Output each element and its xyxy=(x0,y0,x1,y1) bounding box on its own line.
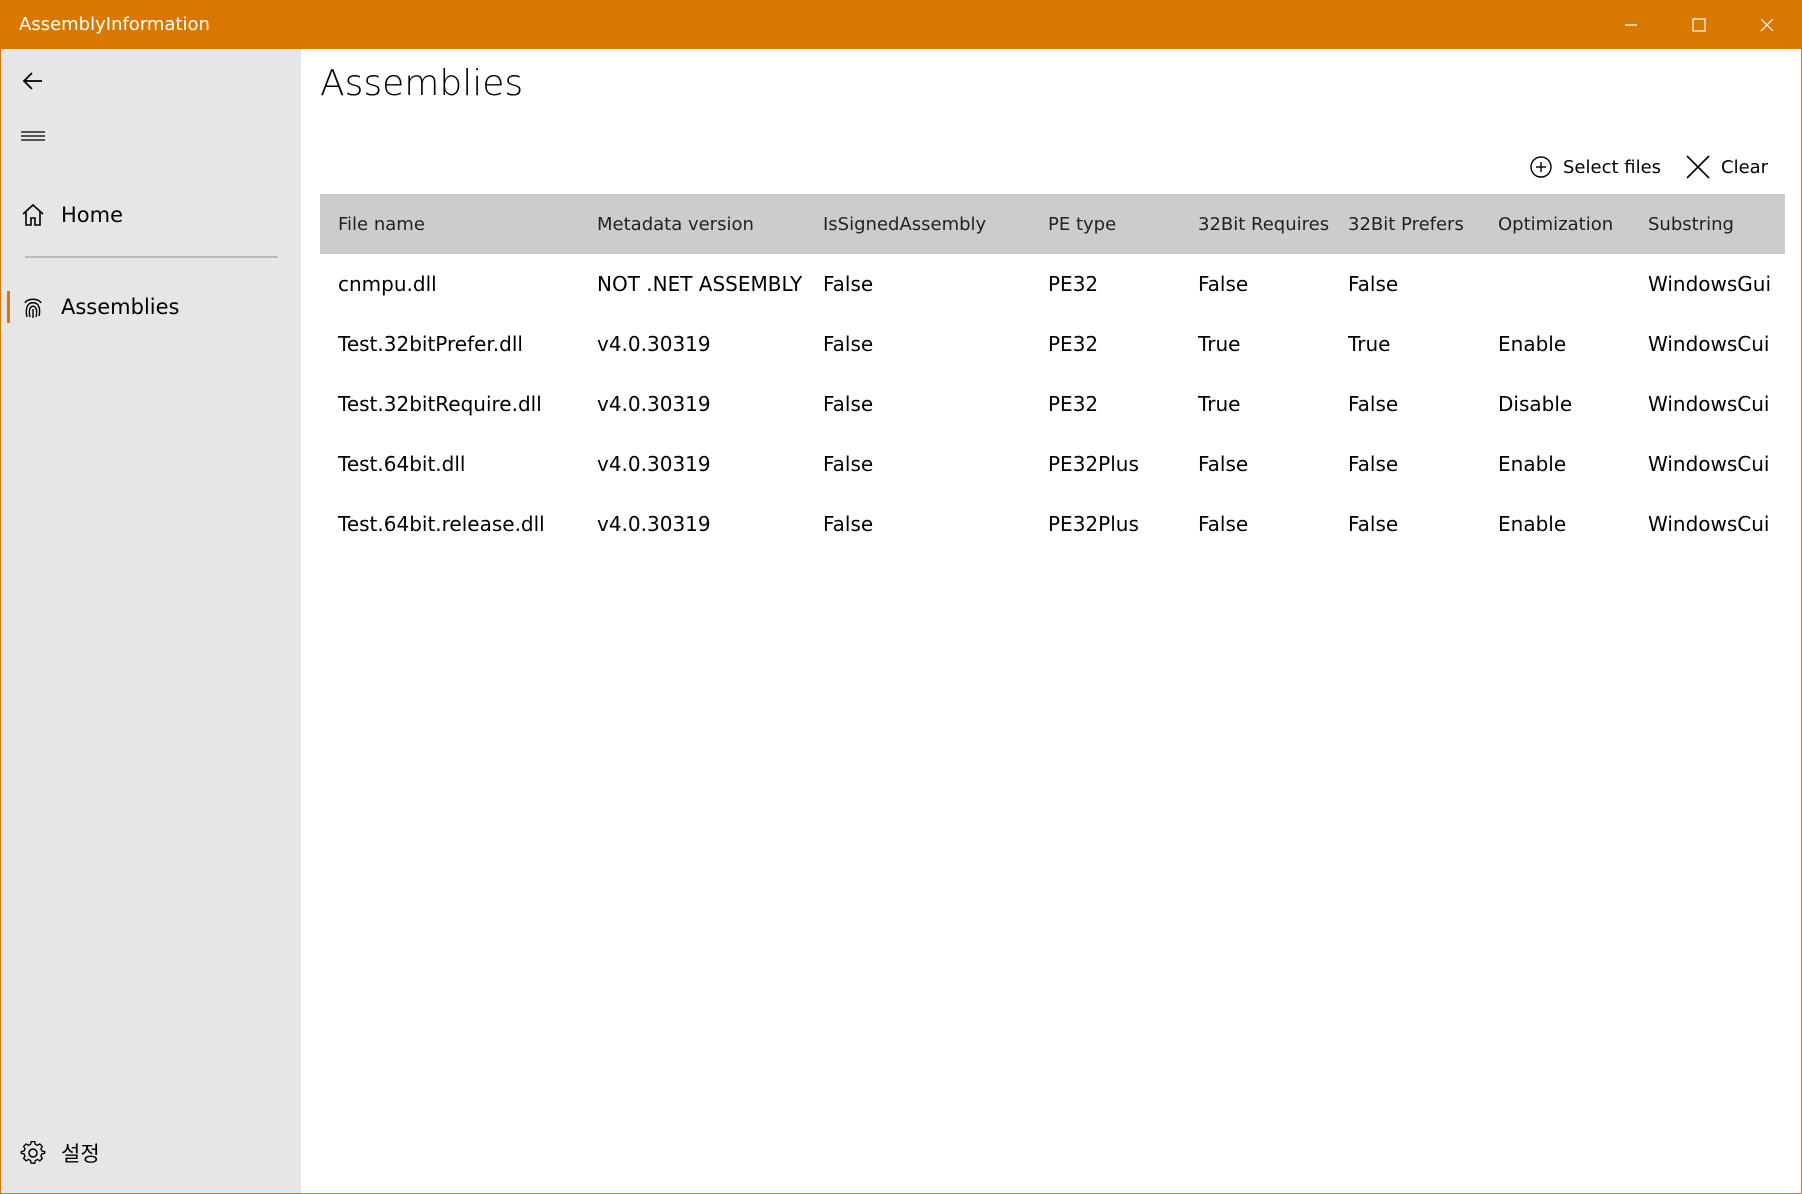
table-cell: Enable xyxy=(1498,512,1567,536)
column-header[interactable]: PE type xyxy=(1030,214,1180,235)
fingerprint-icon xyxy=(19,293,47,321)
table-cell: False xyxy=(1198,452,1249,476)
clear-label: Clear xyxy=(1721,156,1769,178)
table-cell: Enable xyxy=(1498,452,1567,476)
close-icon xyxy=(1760,18,1774,32)
column-header[interactable]: 32Bit Requires xyxy=(1180,214,1330,235)
add-circle-icon xyxy=(1530,156,1552,178)
title-bar: AssemblyInformation xyxy=(1,1,1801,49)
maximize-button[interactable] xyxy=(1665,1,1733,49)
table-cell: Test.32bitPrefer.dll xyxy=(338,332,523,356)
table-cell: PE32Plus xyxy=(1048,452,1139,476)
table-row[interactable]: Test.32bitRequire.dll v4.0.30319 False P… xyxy=(320,374,1785,434)
table-cell: v4.0.30319 xyxy=(597,392,711,416)
table-cell: WindowsCui xyxy=(1648,332,1770,356)
table-cell: False xyxy=(1348,272,1399,296)
table-cell: WindowsCui xyxy=(1648,392,1770,416)
table-cell: False xyxy=(823,392,874,416)
table-cell: cnmpu.dll xyxy=(338,272,437,296)
table-cell: False xyxy=(823,272,874,296)
minimize-icon xyxy=(1625,24,1637,26)
table-cell: NOT .NET ASSEMBLY xyxy=(597,272,803,296)
table-cell: False xyxy=(1348,392,1399,416)
main-content: Assemblies Select files Clear File name … xyxy=(301,49,1801,1193)
table-cell: Enable xyxy=(1498,332,1567,356)
table-cell: Test.64bit.dll xyxy=(338,452,466,476)
table-header: File name Metadata version IsSignedAssem… xyxy=(320,194,1785,254)
hamburger-icon xyxy=(19,123,47,151)
table-cell: Test.64bit.release.dll xyxy=(338,512,545,536)
menu-toggle-button[interactable] xyxy=(1,111,301,163)
table-cell: PE32 xyxy=(1048,392,1099,416)
table-cell: PE32Plus xyxy=(1048,512,1139,536)
page-title: Assemblies xyxy=(320,63,524,104)
table-cell: False xyxy=(1198,272,1249,296)
table-cell: WindowsGui xyxy=(1648,272,1772,296)
select-files-button[interactable]: Select files xyxy=(1529,149,1661,185)
table-cell: True xyxy=(1348,332,1391,356)
table-cell: PE32 xyxy=(1048,272,1099,296)
back-button[interactable] xyxy=(1,55,301,107)
settings-label: 설정 xyxy=(61,1142,100,1166)
close-window-button[interactable] xyxy=(1733,1,1801,49)
table-row[interactable]: Test.32bitPrefer.dll v4.0.30319 False PE… xyxy=(320,314,1785,374)
table-cell: Disable xyxy=(1498,392,1573,416)
window-title: AssemblyInformation xyxy=(19,14,210,35)
table-cell: PE32 xyxy=(1048,332,1099,356)
selection-indicator xyxy=(7,291,10,323)
maximize-icon xyxy=(1692,18,1706,32)
clear-button[interactable]: Clear xyxy=(1685,149,1768,185)
minimize-button[interactable] xyxy=(1597,1,1665,49)
column-header[interactable]: File name xyxy=(320,214,579,235)
back-arrow-icon xyxy=(19,67,47,95)
sidebar-divider xyxy=(25,256,278,258)
column-header[interactable]: Substring xyxy=(1630,214,1785,235)
table-cell: False xyxy=(823,452,874,476)
table-row[interactable]: Test.64bit.dll v4.0.30319 False PE32Plus… xyxy=(320,434,1785,494)
settings-button[interactable]: 설정 xyxy=(1,1127,301,1179)
assemblies-table: File name Metadata version IsSignedAssem… xyxy=(320,194,1785,554)
table-cell: v4.0.30319 xyxy=(597,452,711,476)
navigation-pane: Home Assemblies 설정 xyxy=(1,49,301,1193)
table-cell: False xyxy=(823,512,874,536)
column-header[interactable]: Metadata version xyxy=(579,214,805,235)
app-window: AssemblyInformation Home Assemblies 설정 A… xyxy=(0,0,1802,1194)
table-cell: False xyxy=(1348,452,1399,476)
column-header[interactable]: IsSignedAssembly xyxy=(805,214,1030,235)
table-cell: v4.0.30319 xyxy=(597,332,711,356)
table-cell: False xyxy=(1348,512,1399,536)
table-cell: WindowsCui xyxy=(1648,452,1770,476)
sidebar-item-assemblies[interactable]: Assemblies xyxy=(1,281,301,333)
table-row[interactable]: Test.64bit.release.dll v4.0.30319 False … xyxy=(320,494,1785,554)
column-header[interactable]: 32Bit Prefers xyxy=(1330,214,1480,235)
table-cell: True xyxy=(1198,332,1241,356)
table-cell: v4.0.30319 xyxy=(597,512,711,536)
sidebar-item-label: Home xyxy=(61,203,124,227)
select-files-label: Select files xyxy=(1563,156,1662,178)
sidebar-item-home[interactable]: Home xyxy=(1,189,301,241)
table-cell: False xyxy=(1198,512,1249,536)
gear-icon xyxy=(19,1139,47,1167)
table-row[interactable]: cnmpu.dll NOT .NET ASSEMBLY False PE32 F… xyxy=(320,254,1785,314)
column-header[interactable]: Optimization xyxy=(1480,214,1630,235)
table-cell: True xyxy=(1198,392,1241,416)
sidebar-item-label: Assemblies xyxy=(61,295,180,319)
close-icon xyxy=(1686,155,1710,179)
table-cell: Test.32bitRequire.dll xyxy=(338,392,542,416)
table-cell: False xyxy=(823,332,874,356)
table-cell: WindowsCui xyxy=(1648,512,1770,536)
home-icon xyxy=(19,201,47,229)
